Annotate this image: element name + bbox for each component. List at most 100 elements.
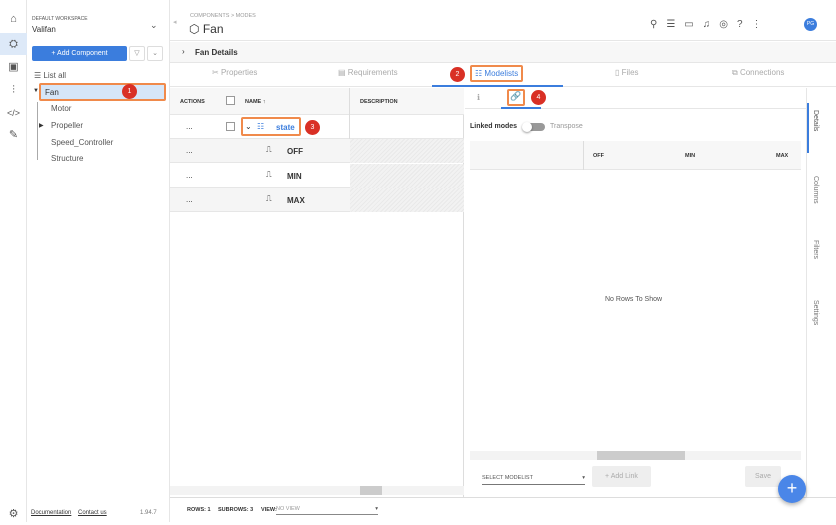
component-tree-panel: DEFAULT WORKSPACE Valifan ⌄ + Add Compon… <box>27 0 170 522</box>
dropdown-arrow-icon: ▾ <box>582 475 585 481</box>
list-all[interactable]: ☰ List all <box>34 71 66 80</box>
tab-modelists[interactable]: ☷ Modelists <box>470 65 524 82</box>
horizontal-scrollbar[interactable] <box>470 451 801 460</box>
tab-label: Modelists <box>484 69 519 78</box>
tab-requirements[interactable]: ▤ Requirements <box>338 68 398 77</box>
row-actions-button[interactable]: ... <box>186 195 193 204</box>
main-area: ◂ COMPONENTS > MODES ⬡ Fan ⚲☰▭♫◎?⋮ PG › … <box>170 0 836 522</box>
chevron-down-icon[interactable]: ⌄ <box>150 20 158 31</box>
workspace-name[interactable]: Valifan <box>32 25 56 34</box>
cube-icon: ⬡ <box>189 22 203 36</box>
row-checkbox[interactable] <box>226 122 235 131</box>
empty-message: No Rows To Show <box>605 296 663 303</box>
expand-button[interactable]: ⌄ <box>147 46 163 61</box>
breadcrumb[interactable]: COMPONENTS > MODES <box>190 13 256 19</box>
tab-label: Connections <box>739 68 785 77</box>
collapse-icon[interactable]: ◂ <box>173 18 177 26</box>
tab-label: Properties <box>220 68 258 77</box>
col-max: MAX <box>776 153 789 159</box>
header: ◂ COMPONENTS > MODES ⬡ Fan ⚲☰▭♫◎?⋮ PG <box>170 0 836 41</box>
mode-icon: ⎍ <box>266 170 272 179</box>
side-tab-settings[interactable]: Settings <box>812 300 819 325</box>
pencil-icon[interactable]: ✎ <box>0 124 27 146</box>
check-circle-icon[interactable]: ◎ <box>719 19 737 30</box>
description-cell <box>350 164 464 188</box>
row-name: state <box>276 123 295 132</box>
select-all-checkbox[interactable] <box>226 96 235 105</box>
row-actions-button[interactable]: ... <box>186 122 193 131</box>
filter-icon[interactable]: ▽ <box>129 46 145 61</box>
code-icon[interactable]: </> <box>0 102 27 124</box>
tree-item-structure[interactable]: Structure <box>51 154 83 163</box>
title-text: Fan <box>202 22 224 36</box>
info-tab-icon[interactable]: ℹ <box>477 93 480 102</box>
tree-item-speed-controller[interactable]: Speed_Controller <box>51 138 113 147</box>
tab-label: Requirements <box>347 68 398 77</box>
active-tab-indicator <box>432 85 563 87</box>
col-actions: ACTIONS <box>180 99 205 105</box>
tree-item-fan[interactable]: Fan <box>39 83 166 101</box>
list-icon: ☰ <box>34 71 44 80</box>
step-badge: 1 <box>122 84 137 99</box>
tab-files[interactable]: ▯ Files <box>615 68 639 77</box>
side-tab-columns[interactable]: Columns <box>812 176 819 204</box>
page-title: ⬡ Fan <box>189 22 224 36</box>
save-button[interactable]: Save <box>745 466 781 487</box>
select-modelist-dropdown[interactable]: SELECT MODELIST ▾ <box>482 472 585 485</box>
chevron-down-icon[interactable]: ⌄ <box>245 122 252 131</box>
analytics-icon[interactable]: ⫶ <box>0 79 27 101</box>
state-cell[interactable]: ⌄ ☷ state <box>241 117 301 136</box>
row-name: MIN <box>287 172 302 181</box>
avatar[interactable]: PG <box>804 18 817 31</box>
linked-modes-label: Linked modes <box>470 123 518 130</box>
scrollbar-thumb[interactable] <box>360 486 382 495</box>
row-name: OFF <box>287 147 303 156</box>
table-row[interactable]: ... ⎍ OFF <box>170 139 464 163</box>
tab-connections[interactable]: ⧉ Connections <box>732 68 784 78</box>
link-tab-icon[interactable]: 🔗 <box>507 89 525 106</box>
tab-properties[interactable]: ✂ Properties <box>212 68 257 77</box>
side-tab-filters[interactable]: Filters <box>812 240 819 259</box>
view-dropdown[interactable]: NO VIEW ▾ <box>276 504 378 515</box>
fan-details-bar[interactable]: › Fan Details <box>170 42 836 63</box>
clipboard-icon[interactable]: ▣ <box>0 56 27 78</box>
caret-right-icon[interactable]: ▶ <box>39 122 44 129</box>
transpose-label: Transpose <box>550 123 583 130</box>
list-all-label: List all <box>43 71 67 80</box>
add-component-button[interactable]: + Add Component <box>32 46 127 61</box>
table-row[interactable]: ... ⌄ ☷ state 3 <box>170 115 464 139</box>
contact-link[interactable]: Contact us <box>78 510 107 516</box>
scrollbar-thumb[interactable] <box>597 451 685 460</box>
transpose-toggle[interactable] <box>522 122 545 132</box>
row-actions-button[interactable]: ... <box>186 146 193 155</box>
add-fab-button[interactable]: + <box>778 475 806 503</box>
more-icon[interactable]: ⋮ <box>752 19 771 30</box>
table-row[interactable]: ... ⎍ MAX <box>170 188 464 212</box>
col-min: MIN <box>685 153 696 159</box>
modelist-grid: ACTIONS NAME ↑ DESCRIPTION ... ⌄ ☷ state… <box>170 88 464 497</box>
add-link-button[interactable]: + Add Link <box>592 466 651 487</box>
help-icon[interactable]: ? <box>737 19 752 30</box>
side-tab-details[interactable]: Details <box>812 110 819 131</box>
components-icon[interactable]: ⛭ <box>0 33 27 55</box>
dropdown-label: SELECT MODELIST <box>482 475 533 481</box>
search-icon[interactable]: ⚲ <box>650 19 666 30</box>
col-name[interactable]: NAME ↑ <box>245 99 265 105</box>
horizontal-scrollbar[interactable] <box>170 486 464 495</box>
tree-item-motor[interactable]: Motor <box>51 104 71 113</box>
tree-item-propeller[interactable]: Propeller <box>51 121 83 130</box>
chat-icon[interactable]: ▭ <box>684 19 702 30</box>
view-label: VIEW: <box>261 507 277 513</box>
header-icons: ⚲☰▭♫◎?⋮ <box>650 19 771 30</box>
details-title: Fan Details <box>195 48 238 57</box>
side-tabs: Details Columns Filters Settings <box>806 88 826 497</box>
row-actions-button[interactable]: ... <box>186 171 193 180</box>
documentation-link[interactable]: Documentation <box>31 510 71 516</box>
mode-icon: ⎍ <box>266 145 272 154</box>
bell-icon[interactable]: ♫ <box>703 19 720 30</box>
table-row[interactable]: ... ⎍ MIN <box>170 164 464 188</box>
panel-tabs: ℹ 🔗 4 <box>465 88 806 109</box>
description-cell <box>350 188 464 212</box>
home-icon[interactable]: ⌂ <box>0 8 27 30</box>
checklist-icon[interactable]: ☰ <box>666 19 684 30</box>
